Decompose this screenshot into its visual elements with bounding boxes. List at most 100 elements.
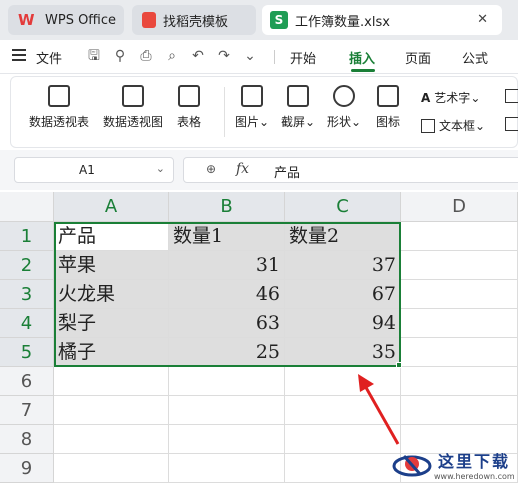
row-header-5[interactable]: 5 [0, 338, 54, 367]
file-menu[interactable]: 文件 [36, 48, 62, 67]
name-box[interactable]: A1 ⌄ [14, 157, 174, 183]
cell-d1[interactable] [401, 222, 518, 251]
column-header-c[interactable]: C [285, 192, 401, 222]
cell-c4[interactable]: 94 [285, 309, 401, 338]
tab-workbook[interactable]: S 工作簿数量.xlsx ✕ [262, 5, 502, 35]
cell-empty[interactable] [54, 396, 169, 425]
fx-icon[interactable]: fx [236, 161, 249, 177]
pivot-chart-button[interactable]: 数据透视图 [103, 85, 163, 130]
cell-c5[interactable]: 35 [285, 338, 401, 367]
cell-d3[interactable] [401, 280, 518, 309]
screenshot-icon [287, 85, 310, 107]
more-insert-icon[interactable] [505, 89, 518, 103]
select-all-corner[interactable] [0, 192, 54, 222]
chevron-down-icon[interactable]: ⌄ [156, 162, 165, 175]
active-tab-indicator [351, 69, 375, 72]
tab-page[interactable]: 页面 [405, 48, 431, 67]
table-icon [178, 85, 200, 107]
redo-icon[interactable]: ↷ [216, 48, 232, 64]
tab-docer-templates[interactable]: 找稻壳模板 [132, 5, 256, 35]
more-dropdown-icon[interactable]: ⌄ [242, 48, 258, 64]
tab-formula[interactable]: 公式 [462, 48, 488, 67]
cell-d5[interactable] [401, 338, 518, 367]
table-button[interactable]: 表格 [177, 85, 201, 130]
cell-b4[interactable]: 63 [169, 309, 285, 338]
tab-label: 工作簿数量.xlsx [295, 14, 390, 30]
cell-a2[interactable]: 苹果 [54, 251, 169, 280]
cell-b1[interactable]: 数量1 [169, 222, 285, 251]
tab-label: WPS Office [45, 12, 117, 28]
save-icon[interactable]: 🖫 [86, 48, 102, 64]
icon-button[interactable]: 图标 [376, 85, 400, 130]
cell-d4[interactable] [401, 309, 518, 338]
textbox-button[interactable]: 文本框 ⌄ [421, 117, 485, 134]
row-header-3[interactable]: 3 [0, 280, 54, 309]
column-header-b[interactable]: B [169, 192, 285, 222]
cell-empty[interactable] [169, 367, 285, 396]
formula-bar: A1 ⌄ ⊕ fx 产品 [0, 150, 518, 190]
print-preview-icon[interactable]: ⌕ [164, 48, 180, 64]
zoom-icon[interactable]: ⊕ [206, 162, 216, 176]
cell-empty[interactable] [169, 396, 285, 425]
column-header-a[interactable]: A [54, 192, 169, 222]
cell-b3[interactable]: 46 [169, 280, 285, 309]
screenshot-button[interactable]: 截屏⌄ [281, 85, 315, 130]
row-header-9[interactable]: 9 [0, 454, 54, 483]
cell-empty[interactable] [169, 454, 285, 483]
row-header-2[interactable]: 2 [0, 251, 54, 280]
tab-label: 找稻壳模板 [163, 14, 229, 30]
row-header-7[interactable]: 7 [0, 396, 54, 425]
cell-b5[interactable]: 25 [169, 338, 285, 367]
fill-handle[interactable] [396, 362, 402, 368]
more-insert-icon-2[interactable] [505, 117, 518, 131]
icon-library-icon [377, 85, 399, 107]
cell-a5[interactable]: 橘子 [54, 338, 169, 367]
row-header-4[interactable]: 4 [0, 309, 54, 338]
hamburger-menu-icon[interactable] [12, 49, 26, 63]
screenshot-label: 截屏⌄ [281, 115, 316, 129]
formula-content[interactable]: 产品 [274, 162, 300, 181]
annotation-arrow-icon [358, 374, 400, 445]
wordart-button[interactable]: A 艺术字 ⌄ [421, 89, 480, 106]
insert-ribbon: 数据透视表 数据透视图 表格 图片⌄ 截屏⌄ 形状⌄ 图标 A 艺术字 ⌄ 文本框… [10, 76, 518, 148]
close-tab-icon[interactable]: ✕ [477, 12, 488, 27]
menu-bar: 文件 🖫 ⚲ ⎙ ⌕ ↶ ↷ ⌄ 开始 插入 页面 公式 [0, 40, 518, 74]
undo-icon[interactable]: ↶ [190, 48, 206, 64]
watermark-url: www.heredown.com [434, 472, 515, 481]
tab-insert[interactable]: 插入 [349, 48, 375, 67]
cell-empty[interactable] [401, 367, 518, 396]
textbox-icon [421, 118, 435, 133]
picture-button[interactable]: 图片⌄ [235, 85, 269, 130]
picture-icon [241, 85, 264, 107]
cell-c2[interactable]: 37 [285, 251, 401, 280]
row-header-8[interactable]: 8 [0, 425, 54, 454]
cell-a4[interactable]: 梨子 [54, 309, 169, 338]
column-header-d[interactable]: D [401, 192, 518, 222]
row-header-1[interactable]: 1 [0, 222, 54, 251]
cell-c3[interactable]: 67 [285, 280, 401, 309]
cell-empty[interactable] [285, 454, 401, 483]
cell-empty[interactable] [54, 454, 169, 483]
cell-empty[interactable] [54, 425, 169, 454]
row-header-6[interactable]: 6 [0, 367, 54, 396]
cell-a3[interactable]: 火龙果 [54, 280, 169, 309]
cell-empty[interactable] [54, 367, 169, 396]
formula-input[interactable]: ⊕ fx 产品 [183, 157, 518, 183]
share-icon[interactable]: ⚲ [112, 48, 128, 64]
print-icon[interactable]: ⎙ [138, 48, 154, 64]
cell-empty[interactable] [401, 396, 518, 425]
pivot-table-button[interactable]: 数据透视表 [29, 85, 89, 130]
shape-label: 形状⌄ [327, 115, 362, 129]
picture-label: 图片⌄ [235, 115, 270, 129]
cell-empty[interactable] [169, 425, 285, 454]
cell-a1[interactable]: 产品 [54, 222, 169, 251]
tab-wps-office[interactable]: W WPS Office [8, 5, 124, 35]
shape-icon [333, 85, 356, 107]
cell-b2[interactable]: 31 [169, 251, 285, 280]
cell-c1[interactable]: 数量2 [285, 222, 401, 251]
shape-button[interactable]: 形状⌄ [327, 85, 361, 130]
cell-d2[interactable] [401, 251, 518, 280]
watermark-title: 这里下载 [438, 452, 511, 471]
tab-home[interactable]: 开始 [290, 48, 316, 67]
pivot-table-icon [48, 85, 70, 107]
